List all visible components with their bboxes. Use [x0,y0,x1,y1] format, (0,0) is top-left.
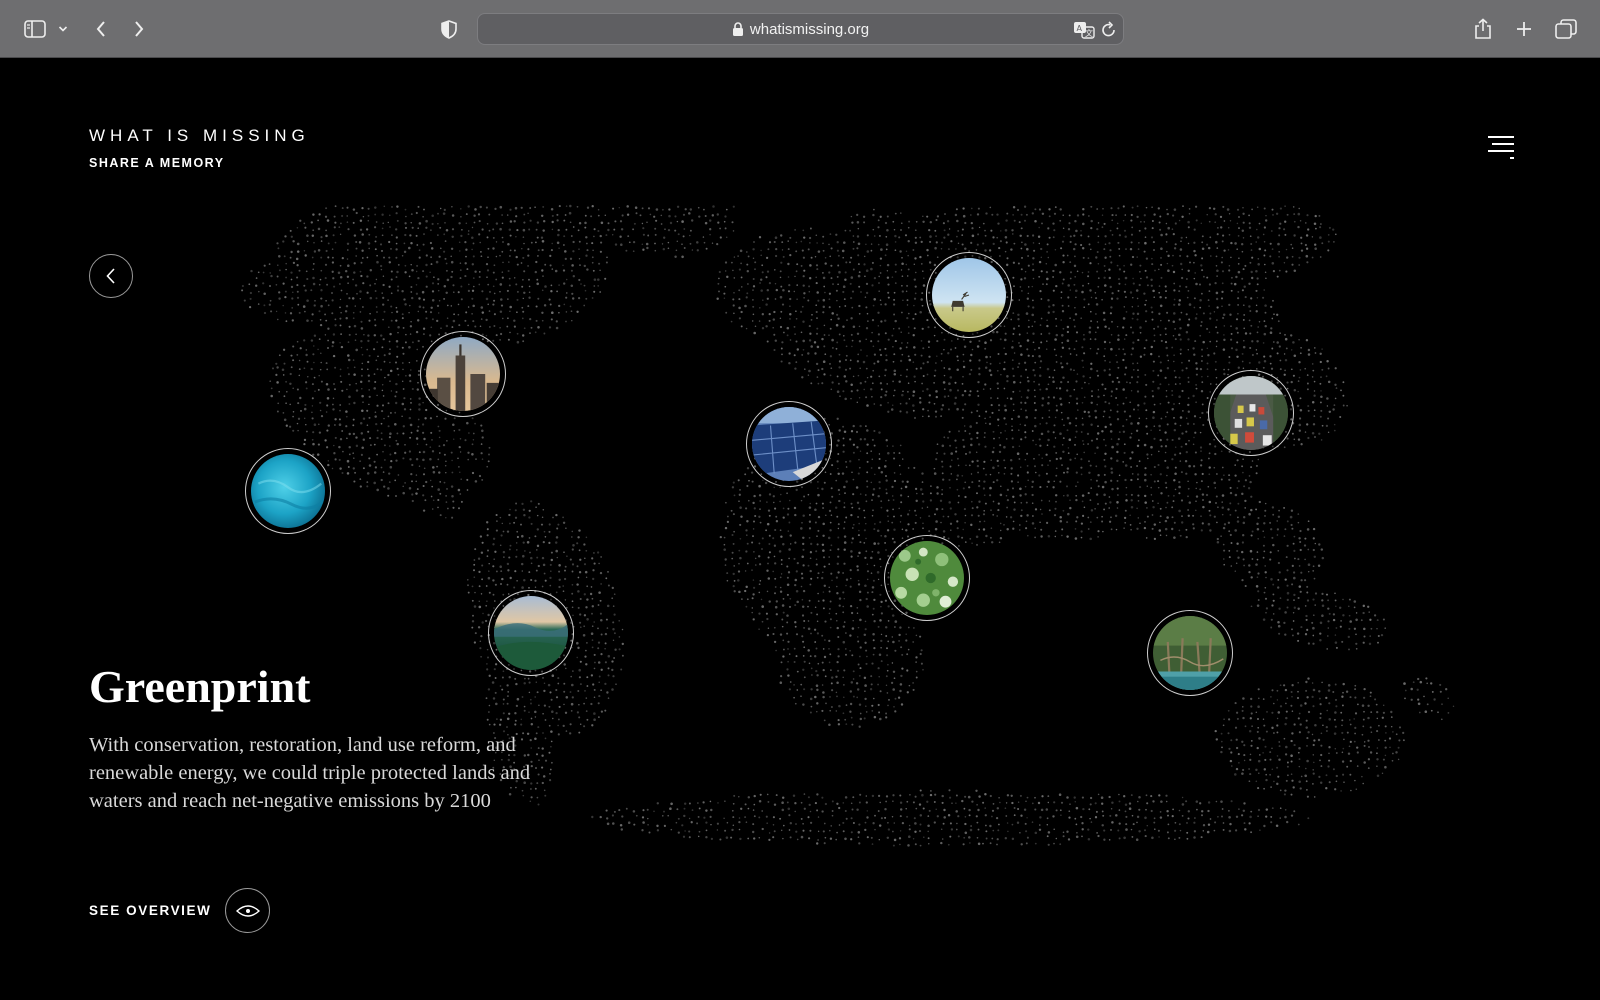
chevron-down-icon[interactable] [56,14,70,44]
back-button[interactable] [89,254,133,298]
page-content: WHAT IS MISSING SHARE A MEMORY Greenprin… [0,58,1600,1000]
story-description: With conservation, restoration, land use… [89,733,531,812]
site-title[interactable]: WHAT IS MISSING [89,126,310,146]
story-title: Greenprint [89,661,311,712]
story-marker-europe[interactable] [746,401,832,487]
svg-text:A: A [1077,24,1083,33]
see-overview-label: SEE OVERVIEW [89,903,212,918]
story-marker-new-york[interactable] [420,331,506,417]
sidebar-icon[interactable] [18,14,52,44]
browser-toolbar: whatismissing.org A文 [0,0,1600,58]
share-memory-link[interactable]: SHARE A MEMORY [89,156,310,170]
green-fields-thumbnail [890,541,964,615]
forward-arrow-icon[interactable] [126,14,152,44]
eye-icon [225,888,271,933]
story-panel: Greenprint With conservation, restoratio… [89,661,549,815]
lock-icon [732,22,743,36]
plus-icon[interactable] [1511,14,1537,44]
mangrove-thumbnail [1153,616,1227,690]
chevron-left-icon [106,268,115,284]
back-arrow-icon[interactable] [88,14,114,44]
story-marker-china[interactable] [1208,370,1294,456]
url-text: whatismissing.org [749,20,870,38]
svg-text:文: 文 [1085,28,1093,38]
address-bar[interactable]: whatismissing.org A文 [477,13,1124,45]
brand[interactable]: WHAT IS MISSING SHARE A MEMORY [89,126,310,170]
story-marker-india[interactable] [884,535,970,621]
share-icon[interactable] [1470,14,1496,44]
story-marker-ocean[interactable] [245,448,331,534]
reindeer-tundra-thumbnail [932,258,1006,332]
solar-panels-thumbnail [752,407,826,481]
city-skyline-thumbnail [426,337,500,411]
green-valley-thumbnail [494,596,568,670]
see-overview-button[interactable]: SEE OVERVIEW [89,888,271,933]
translate-icon[interactable]: A文 [1073,20,1095,40]
shield-icon[interactable] [436,14,462,44]
tabs-icon[interactable] [1552,14,1580,44]
reload-icon[interactable] [1101,21,1117,39]
ocean-thumbnail [251,454,325,528]
story-marker-russia[interactable] [926,252,1012,338]
menu-icon[interactable] [1488,136,1514,159]
world-dot-map [241,204,1455,847]
story-marker-indonesia[interactable] [1147,610,1233,696]
traffic-highway-thumbnail [1214,376,1288,450]
